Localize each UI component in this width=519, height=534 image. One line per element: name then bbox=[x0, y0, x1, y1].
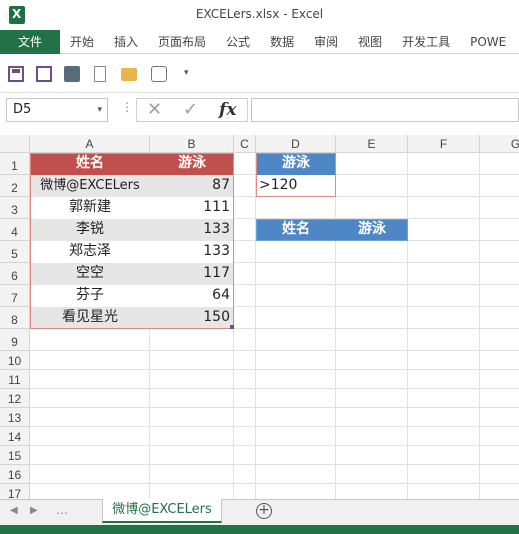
gridline bbox=[335, 153, 336, 499]
gridline bbox=[255, 153, 256, 499]
row-header[interactable]: 16 bbox=[0, 465, 30, 484]
insert-function-icon[interactable]: fx bbox=[219, 100, 236, 120]
gridline bbox=[30, 369, 519, 370]
row-header[interactable]: 3 bbox=[0, 197, 30, 219]
tab-insert[interactable]: 插入 bbox=[104, 30, 148, 54]
print-preview-icon[interactable] bbox=[64, 66, 80, 82]
table-header-swim[interactable]: 游泳 bbox=[150, 153, 234, 175]
row-header[interactable]: 9 bbox=[0, 329, 30, 351]
table-header-name[interactable]: 姓名 bbox=[30, 153, 150, 175]
table-cell[interactable]: 微博@EXCELers bbox=[30, 175, 150, 197]
row-header[interactable]: 11 bbox=[0, 370, 30, 389]
gridline bbox=[30, 464, 519, 465]
save-as-icon[interactable] bbox=[36, 66, 52, 82]
gridline bbox=[407, 153, 408, 499]
row-header[interactable]: 17 bbox=[0, 484, 30, 499]
table-cell[interactable]: 150 bbox=[150, 307, 234, 329]
gridline bbox=[30, 426, 519, 427]
row-header[interactable]: 15 bbox=[0, 446, 30, 465]
column-header-e[interactable]: E bbox=[336, 135, 408, 153]
row-header[interactable]: 2 bbox=[0, 175, 30, 197]
formula-bar: D5 ▾ ⋮ ✕ ✓ fx bbox=[0, 94, 519, 128]
column-header-g[interactable]: G bbox=[480, 135, 519, 153]
column-header-c[interactable]: C bbox=[234, 135, 256, 153]
table-cell[interactable]: 郭新建 bbox=[30, 197, 150, 219]
row-header[interactable]: 14 bbox=[0, 427, 30, 446]
row-header[interactable]: 7 bbox=[0, 285, 30, 307]
gridline bbox=[30, 350, 519, 351]
tab-file[interactable]: 文件 bbox=[0, 30, 60, 54]
cancel-icon[interactable]: ✕ bbox=[147, 99, 162, 120]
column-header-d[interactable]: D bbox=[256, 135, 336, 153]
table-cell[interactable]: 133 bbox=[150, 241, 234, 263]
new-file-icon[interactable] bbox=[94, 66, 106, 82]
criteria-value[interactable]: >120 bbox=[256, 175, 336, 197]
touch-mode-icon[interactable] bbox=[151, 66, 167, 82]
row-header[interactable]: 1 bbox=[0, 153, 30, 175]
table-cell[interactable]: 87 bbox=[150, 175, 234, 197]
column-header-a[interactable]: A bbox=[30, 135, 150, 153]
criteria-header[interactable]: 游泳 bbox=[256, 153, 336, 175]
save-icon[interactable] bbox=[8, 66, 24, 82]
chevron-down-icon[interactable]: ▾ bbox=[97, 99, 102, 121]
gridline bbox=[30, 388, 519, 389]
table-cell[interactable]: 117 bbox=[150, 263, 234, 285]
output-header-name[interactable]: 姓名 bbox=[256, 219, 336, 241]
tab-power[interactable]: POWE bbox=[460, 30, 516, 54]
next-sheet-icon[interactable]: ▶ bbox=[30, 505, 38, 516]
add-sheet-icon[interactable]: + bbox=[256, 503, 272, 519]
column-header-f[interactable]: F bbox=[408, 135, 480, 153]
formula-buttons: ✕ ✓ fx bbox=[136, 98, 248, 122]
status-bar bbox=[0, 525, 519, 534]
table-cell[interactable]: 64 bbox=[150, 285, 234, 307]
table-cell[interactable]: 111 bbox=[150, 197, 234, 219]
table-cell[interactable]: 空空 bbox=[30, 263, 150, 285]
name-box-value: D5 bbox=[13, 102, 32, 117]
previous-sheet-icon[interactable]: ◀ bbox=[10, 505, 18, 516]
formula-input[interactable] bbox=[251, 98, 519, 122]
table-cell[interactable]: 133 bbox=[150, 219, 234, 241]
open-folder-icon[interactable] bbox=[121, 68, 137, 81]
row-header[interactable]: 10 bbox=[0, 351, 30, 370]
sheet-tab-active[interactable]: 微博@EXCELers bbox=[102, 499, 222, 523]
quick-access-toolbar: ▾ bbox=[0, 55, 519, 93]
customize-qat-icon[interactable]: ▾ bbox=[184, 68, 200, 84]
table-resize-handle[interactable] bbox=[230, 325, 234, 329]
sheet-tab-bar: ◀ ▶ … 微博@EXCELers + bbox=[0, 499, 519, 525]
gridline bbox=[30, 445, 519, 446]
tab-page-layout[interactable]: 页面布局 bbox=[148, 30, 216, 54]
table-cell[interactable]: 李锐 bbox=[30, 219, 150, 241]
row-header[interactable]: 13 bbox=[0, 408, 30, 427]
row-header[interactable]: 6 bbox=[0, 263, 30, 285]
gridline bbox=[30, 483, 519, 484]
output-header-swim[interactable]: 游泳 bbox=[336, 219, 408, 241]
select-all-corner[interactable] bbox=[0, 135, 30, 153]
row-header[interactable]: 12 bbox=[0, 389, 30, 408]
enter-icon[interactable]: ✓ bbox=[183, 99, 198, 120]
row-header[interactable]: 5 bbox=[0, 241, 30, 263]
table-cell[interactable]: 看见星光 bbox=[30, 307, 150, 329]
gridline bbox=[30, 407, 519, 408]
tab-view[interactable]: 视图 bbox=[348, 30, 392, 54]
column-header-b[interactable]: B bbox=[150, 135, 234, 153]
tab-home[interactable]: 开始 bbox=[60, 30, 104, 54]
table-cell[interactable]: 芬子 bbox=[30, 285, 150, 307]
tab-formulas[interactable]: 公式 bbox=[216, 30, 260, 54]
window-title: EXCELers.xlsx - Excel bbox=[195, 7, 324, 21]
tab-review[interactable]: 审阅 bbox=[304, 30, 348, 54]
formula-bar-grip-icon[interactable]: ⋮ bbox=[121, 100, 133, 114]
tab-data[interactable]: 数据 bbox=[260, 30, 304, 54]
more-sheets-icon[interactable]: … bbox=[56, 503, 68, 517]
title-bar: EXCELers.xlsx - Excel bbox=[0, 0, 519, 30]
ribbon-tabs: 文件 开始 插入 页面布局 公式 数据 审阅 视图 开发工具 POWE bbox=[0, 30, 519, 54]
row-header[interactable]: 8 bbox=[0, 307, 30, 329]
tab-developer[interactable]: 开发工具 bbox=[392, 30, 460, 54]
row-header[interactable]: 4 bbox=[0, 219, 30, 241]
table-cell[interactable]: 郑志泽 bbox=[30, 241, 150, 263]
name-box[interactable]: D5 ▾ bbox=[6, 98, 108, 122]
worksheet-grid[interactable]: A B C D E F G 1 2 3 4 5 6 7 8 9 10 11 12… bbox=[0, 135, 519, 499]
gridline bbox=[479, 153, 480, 499]
